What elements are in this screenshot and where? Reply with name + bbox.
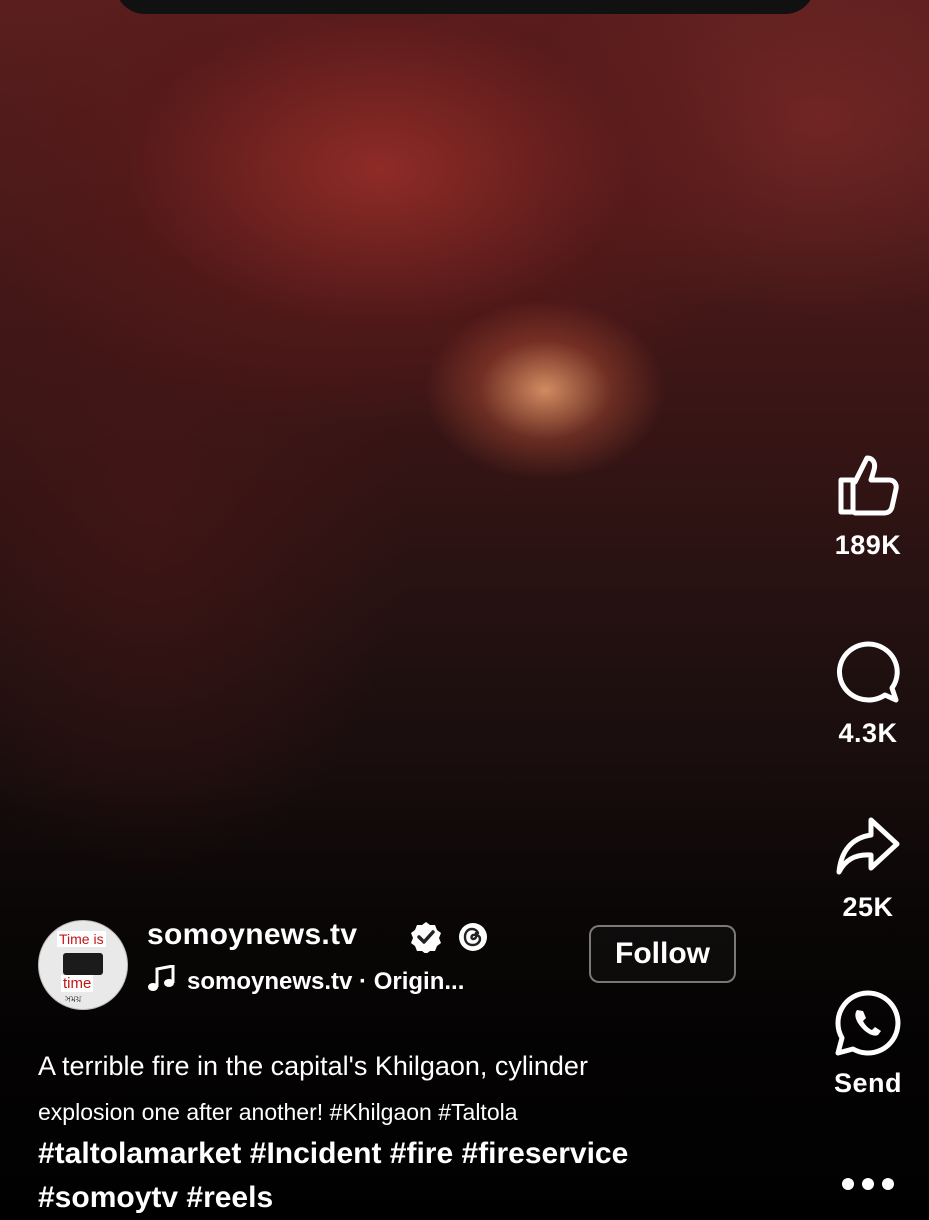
avatar-text-middle: time — [61, 975, 94, 992]
author-row: Time is time সময় somoynews.tv somoynews… — [38, 915, 798, 1010]
avatar-text-top: Time is — [57, 931, 106, 947]
send-label: Send — [833, 1068, 902, 1098]
avatar-text-bottom: সময় — [65, 994, 82, 1004]
follow-button[interactable]: Follow — [589, 925, 736, 983]
comment-button[interactable]: 4.3K — [812, 638, 924, 749]
comment-bubble-icon — [837, 641, 900, 703]
like-count: 189K — [834, 530, 902, 560]
music-note-icon — [148, 965, 175, 991]
hashtags-line-1: #taltolamarket #Incident #fire #fireserv… — [38, 1137, 629, 1170]
audio-attribution[interactable]: somoynews.tv · Origin... — [147, 965, 464, 996]
comment-count: 4.3K — [838, 718, 898, 748]
verified-badge-icon — [411, 922, 441, 953]
device-notch — [115, 0, 815, 14]
share-arrow-icon — [836, 817, 900, 875]
send-button[interactable]: Send — [812, 988, 924, 1099]
avatar[interactable]: Time is time সময় — [38, 920, 128, 1010]
share-count: 25K — [842, 892, 894, 922]
like-button[interactable]: 189K — [812, 450, 924, 561]
hashtags-line-2: #somoytv #reels — [38, 1181, 274, 1214]
caption-line-2: explosion one after another! #Khilgaon #… — [38, 1099, 518, 1125]
hashtag-list[interactable]: #taltolamarket #Incident #fire #fireserv… — [38, 1132, 838, 1220]
threads-icon[interactable] — [457, 921, 489, 953]
caption-line-1: A terrible fire in the capital's Khilgao… — [38, 1051, 588, 1081]
post-caption[interactable]: A terrible fire in the capital's Khilgao… — [38, 1040, 808, 1138]
thumbs-up-icon — [838, 455, 899, 516]
account-name[interactable]: somoynews.tv — [147, 918, 357, 952]
share-button[interactable]: 25K — [812, 812, 924, 923]
whatsapp-icon — [835, 990, 901, 1056]
more-options-icon[interactable] — [838, 1172, 898, 1192]
audio-label: somoynews.tv · Origin... — [187, 968, 465, 995]
avatar-map-graphic — [63, 953, 103, 975]
